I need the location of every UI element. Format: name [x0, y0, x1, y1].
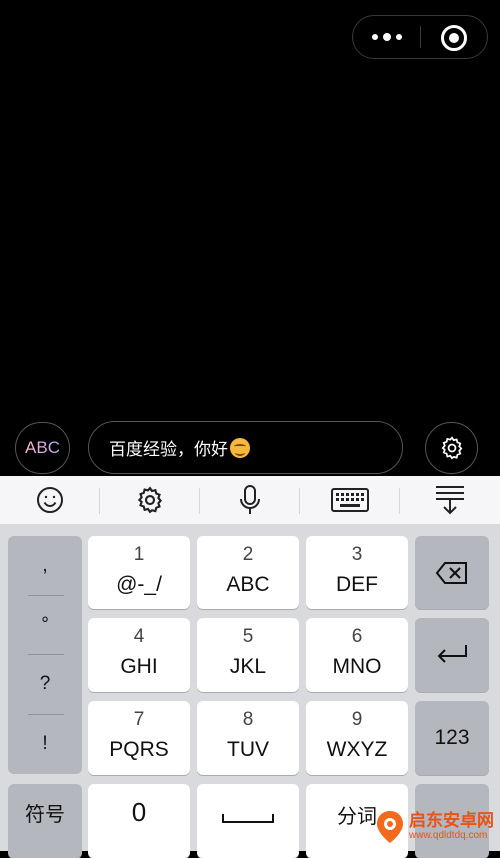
punctuation-column: , ° ? !	[8, 536, 82, 774]
message-text: 百度经验，你好	[109, 440, 228, 459]
key-number: 5	[242, 626, 254, 647]
key-1[interactable]: 1 @-_/	[88, 536, 190, 609]
punctuation-key[interactable]: !	[8, 714, 82, 773]
watermark-title: 启东安卓网	[409, 810, 494, 830]
key-number: 0	[131, 796, 147, 827]
space-icon	[222, 814, 274, 823]
key-number: 1	[133, 544, 145, 565]
punctuation-label: ,	[42, 554, 48, 576]
key-letters: ABC	[226, 573, 270, 596]
return-icon	[437, 645, 467, 663]
symbol-key-label: 符号	[25, 803, 65, 826]
watermark: 启东安卓网 www.qdldtdq.com	[375, 802, 500, 851]
capsule-divider	[420, 26, 421, 48]
key-letters: GHI	[120, 655, 158, 678]
smile-emoji-icon	[230, 437, 250, 458]
key-8[interactable]: 8 TUV	[197, 701, 299, 775]
watermark-url: www.qdldtdq.com	[409, 830, 488, 842]
key-9[interactable]: 9 WXYZ	[306, 701, 408, 775]
watermark-logo-icon	[377, 810, 403, 843]
key-number: 4	[133, 626, 145, 647]
enter-key[interactable]	[415, 618, 489, 692]
key-number: 8	[242, 709, 254, 730]
capsule-menu	[352, 15, 488, 59]
key-6[interactable]: 6 MNO	[306, 618, 408, 692]
key-number: 7	[133, 709, 145, 730]
space-key[interactable]	[197, 784, 299, 858]
emoji-button[interactable]	[0, 476, 100, 524]
symbol-key[interactable]: 符号	[8, 784, 82, 858]
gear-icon	[441, 436, 462, 460]
key-number: 6	[351, 626, 363, 647]
key-letters: PQRS	[109, 738, 169, 761]
key-letters: @-_/	[116, 573, 162, 596]
fenci-key-label: 分词	[337, 805, 377, 828]
gear-icon	[137, 486, 163, 514]
input-mode-label: ABC	[25, 438, 60, 457]
key-5[interactable]: 5 JKL	[197, 618, 299, 692]
key-number: 2	[242, 544, 254, 565]
punctuation-label: ?	[39, 672, 51, 694]
settings-button[interactable]	[425, 422, 478, 474]
key-2[interactable]: 2 ABC	[197, 536, 299, 609]
key-7[interactable]: 7 PQRS	[88, 701, 190, 775]
backspace-key[interactable]	[415, 536, 489, 609]
emoji-icon	[37, 487, 63, 513]
keyboard-settings-button[interactable]	[100, 476, 200, 524]
key-letters: WXYZ	[326, 738, 388, 761]
keyboard-toolbar	[0, 476, 500, 524]
close-miniprogram-icon[interactable]	[441, 25, 467, 51]
keyboard-layout-button[interactable]	[300, 476, 400, 524]
punctuation-key[interactable]: ,	[8, 536, 82, 595]
punctuation-key[interactable]: °	[8, 595, 82, 654]
punctuation-label: °	[41, 613, 49, 635]
key-letters: DEF	[336, 573, 378, 596]
microphone-icon	[240, 485, 260, 514]
more-icon[interactable]	[353, 16, 420, 58]
backspace-icon	[435, 561, 467, 584]
numeric-mode-label: 123	[434, 726, 470, 749]
keyboard-icon	[331, 488, 369, 512]
hide-keyboard-button[interactable]	[400, 476, 500, 524]
punctuation-key[interactable]: ?	[8, 654, 82, 713]
key-number: 3	[351, 544, 363, 565]
key-letters: JKL	[229, 655, 267, 678]
punctuation-label: !	[42, 732, 48, 754]
key-letters: TUV	[227, 738, 269, 761]
key-4[interactable]: 4 GHI	[88, 618, 190, 692]
key-number: 9	[351, 709, 363, 730]
message-input[interactable]: 百度经验，你好	[88, 421, 403, 474]
key-3[interactable]: 3 DEF	[306, 536, 408, 609]
key-0[interactable]: 0	[88, 784, 190, 858]
input-mode-button[interactable]: ABC	[15, 422, 70, 474]
collapse-keyboard-icon	[436, 486, 464, 515]
voice-input-button[interactable]	[200, 476, 300, 524]
key-letters: MNO	[332, 655, 382, 678]
numeric-mode-key[interactable]: 123	[415, 701, 489, 775]
